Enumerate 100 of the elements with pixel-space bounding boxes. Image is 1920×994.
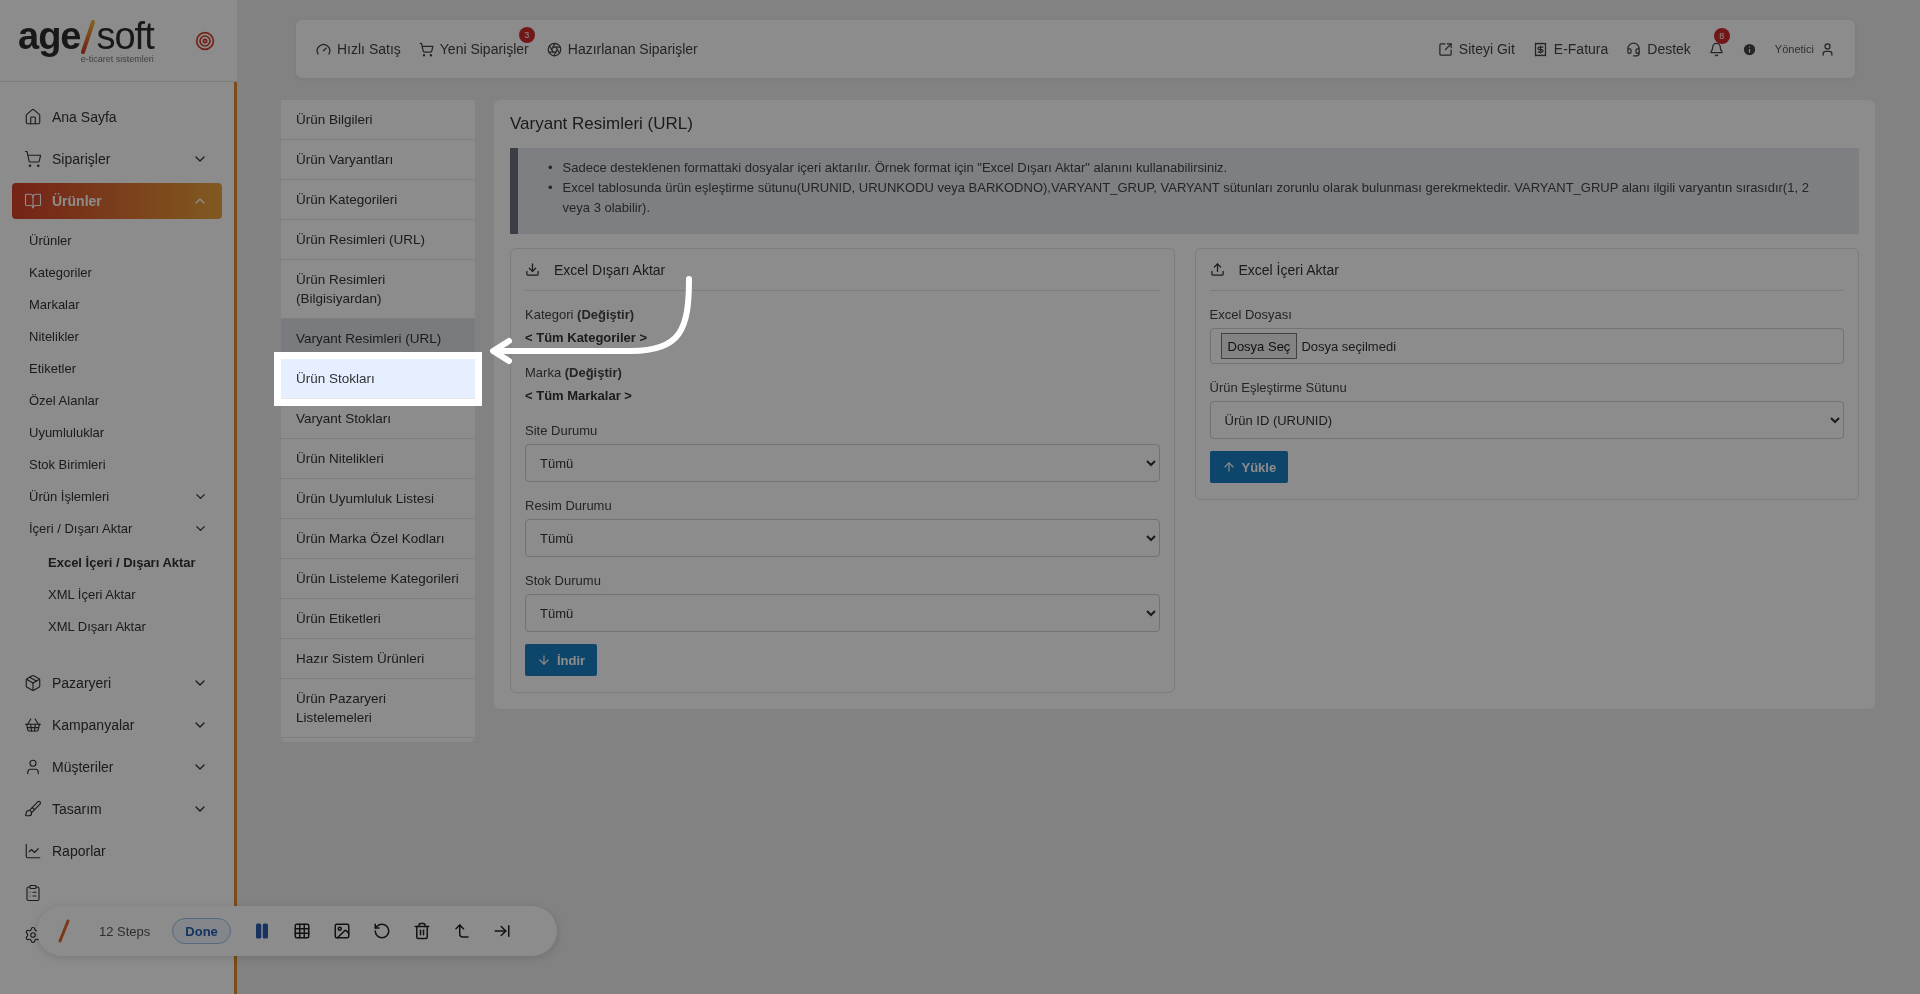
sidebar-subitem[interactable]: Etiketler [12, 352, 222, 384]
filter-value: < Tüm Markalar > [525, 388, 633, 403]
target-icon[interactable] [195, 30, 215, 51]
receipt-icon [1532, 41, 1548, 57]
sidebar-subitem[interactable]: Özel Alanlar [12, 384, 222, 416]
user-menu[interactable]: Yönetici [1774, 41, 1835, 57]
count-badge: 3 [518, 27, 535, 43]
cart-icon [418, 41, 434, 57]
sidebar-subitem[interactable]: Ürün İşlemleri [12, 480, 222, 512]
field-label: Ürün Eşleştirme Sütunu [1209, 380, 1348, 395]
brush-icon [24, 800, 42, 818]
top-link[interactable]: Destek [1626, 41, 1691, 57]
count-badge: 8 [1713, 27, 1730, 44]
submenu-item[interactable]: Ürün Etiketleri [281, 599, 475, 639]
sidebar-item[interactable]: Kampanyalar [12, 704, 222, 746]
submenu-item[interactable]: Ürün Kategorileri [281, 180, 475, 220]
info-icon[interactable] [1741, 41, 1757, 57]
undo-button[interactable] [372, 922, 391, 940]
sidebar-subitem[interactable]: XML İçeri Aktar [12, 578, 222, 610]
panel-title: Excel Dışarı Aktar [554, 261, 666, 278]
download-icon [525, 262, 540, 277]
sidebar-subitem[interactable]: Excel İçeri / Dışarı Aktar [12, 546, 222, 578]
external-link-icon [1437, 41, 1453, 57]
sidebar-item[interactable]: Ürünler [12, 183, 222, 219]
headset-icon [1626, 41, 1642, 57]
page-title: Varyant Resimleri (URL) [510, 114, 694, 134]
upload-icon [1209, 262, 1225, 277]
choose-file-button[interactable]: Dosya Seç [1220, 333, 1298, 359]
sidebar-item[interactable]: Siparişler [12, 138, 222, 180]
field-label: Resim Durumu [525, 498, 613, 513]
sidebar-subitem[interactable]: İçeri / Dışarı Aktar [12, 512, 222, 544]
sidebar-subitem[interactable]: Uyumluluklar [12, 416, 222, 448]
aperture-icon [546, 41, 562, 57]
filter-label: Kategori (Değiştir) [525, 307, 636, 322]
user-icon [1820, 41, 1835, 57]
submenu-item[interactable]: Ürün Varyantları [281, 140, 475, 180]
bullet-mark: • [548, 159, 553, 177]
file-field[interactable]: Dosya Seç Dosya seçilmedi [1209, 328, 1844, 364]
submenu-item[interactable]: Ürün Bilgileri [281, 100, 475, 140]
submenu-item[interactable]: Ürün Marka Özel Kodları [281, 519, 475, 559]
book-icon [24, 192, 42, 210]
field-label: Site Durumu [525, 423, 599, 438]
logo: age soft e-ticaret sistemleri [18, 17, 154, 64]
match-column-select[interactable]: Ürün ID (URUNID) [1209, 401, 1844, 439]
panel-title: Excel İçeri Aktar [1238, 261, 1339, 278]
top-link[interactable]: Siteyi Git [1437, 41, 1515, 57]
filter-label: Marka (Değiştir) [525, 365, 623, 380]
clipboard-icon[interactable] [24, 884, 42, 902]
top-link[interactable]: Yeni Siparişler [418, 41, 529, 57]
sidebar-item[interactable]: Pazaryeri [12, 662, 222, 704]
chart-icon [24, 842, 42, 860]
arrow-up-icon [452, 922, 471, 940]
upload-button[interactable]: Yükle [1209, 451, 1289, 483]
submenu-item[interactable]: Ürün Resimleri (URL) [281, 220, 475, 260]
done-button[interactable]: Done [172, 918, 231, 944]
sidebar-item[interactable]: Müşteriler [12, 746, 222, 788]
arrow-up-icon [1221, 460, 1236, 474]
home-icon [24, 108, 42, 126]
sidebar-subitem[interactable]: Stok Birimleri [12, 448, 222, 480]
sidebar-subitem[interactable]: Markalar [12, 288, 222, 320]
basket-icon [24, 716, 42, 734]
sidebar-subitem[interactable]: Ürünler [12, 224, 222, 256]
top-link[interactable]: Hazırlanan Siparişler [546, 41, 698, 57]
submenu-item[interactable]: Ürün Listeleme Kategorileri [281, 559, 475, 599]
info-note: Sadece desteklenen formattaki dosyalar içeri aktarılır. Örnek format için "Excel Dışarı Aktar" alanını kullanabilirsiniz. [562, 159, 1228, 177]
info-note: Excel tablosunda ürün eşleştirme sütunu(URUNID, URUNKODU veya BARKODNO),VARYANT_GRUP, VARYANT sütunları zorunlu olarak bulunması gerekmektedir. VARYANT_GRUP alanı ilgili varyantın sırasıdır(1, 2 veya 3 olabilir). [562, 179, 1810, 217]
status-select[interactable]: Tümü [525, 594, 1160, 632]
sidebar-item[interactable]: Ana Sayfa [12, 96, 222, 138]
download-button[interactable]: İndir [525, 644, 598, 676]
submenu-item[interactable]: Ürün Resimleri (Bilgisiyardan) [281, 260, 475, 319]
sidebar-subitem[interactable]: Kategoriler [12, 256, 222, 288]
box-icon [24, 674, 42, 692]
notifications-button[interactable] [1708, 41, 1724, 57]
sidebar-subitem[interactable]: Nitelikler [12, 320, 222, 352]
field-label: Excel Dosyası [1209, 307, 1293, 322]
skip-button[interactable] [492, 922, 511, 940]
top-link[interactable]: E-Fatura [1532, 41, 1609, 57]
bell-icon [1708, 41, 1724, 57]
submenu-item[interactable]: Ürün Nitelikleri [281, 439, 475, 479]
submenu-item[interactable]: Ürün Uyumluluk Listesi [281, 479, 475, 519]
submenu-item[interactable]: Ürün Pazaryeri Listelemeleri [281, 679, 475, 738]
sidebar-item[interactable]: Raporlar [12, 830, 222, 872]
undo-icon [372, 922, 391, 940]
submenu-item[interactable]: Hazır Sistem Ürünleri [281, 639, 475, 679]
status-select[interactable]: Tümü [525, 444, 1160, 482]
share-button[interactable] [452, 922, 471, 940]
cart-icon [24, 150, 42, 168]
image-button[interactable] [332, 922, 351, 940]
file-status-text: Dosya seçilmedi [1301, 338, 1397, 354]
status-select[interactable]: Tümü [525, 519, 1160, 557]
filter-value: < Tüm Kategoriler > [525, 330, 649, 345]
sidebar-item[interactable]: Tasarım [12, 788, 222, 830]
steps-count: 12 Steps [99, 923, 151, 939]
gauge-icon [316, 41, 331, 57]
delete-button[interactable] [412, 922, 431, 940]
sidebar-subitem[interactable]: XML Dışarı Aktar [12, 610, 222, 642]
trash-icon [412, 922, 431, 940]
blur-button[interactable] [292, 922, 311, 940]
field-label: Stok Durumu [525, 573, 602, 588]
top-link[interactable]: Hızlı Satış [316, 41, 401, 57]
